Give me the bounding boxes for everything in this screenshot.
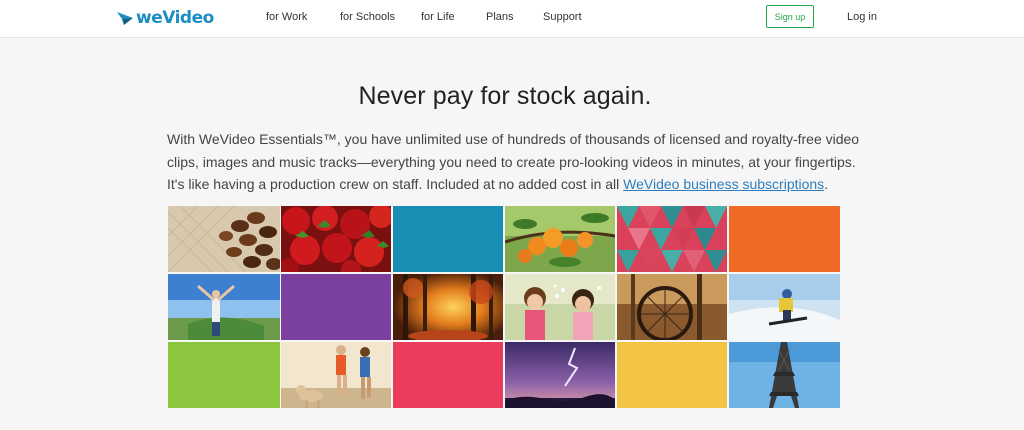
top-navigation-bar: weVideo for Work for Schools for Life Pl…: [0, 0, 1024, 38]
lightning-sky-image: [505, 342, 615, 408]
snowboarder-image: [729, 274, 840, 340]
logo-text: weVideo: [136, 8, 214, 28]
log-in-link[interactable]: Log in: [847, 11, 877, 23]
wevideo-logo[interactable]: weVideo: [117, 7, 214, 29]
nav-for-schools[interactable]: for Schools: [340, 11, 395, 23]
coffee-beans-image: [168, 206, 280, 272]
nav-support[interactable]: Support: [543, 11, 582, 23]
business-subscriptions-link[interactable]: WeVideo business subscriptions: [623, 176, 824, 192]
man-arms-raised-image: [168, 274, 280, 340]
nav-for-life[interactable]: for Life: [421, 11, 455, 23]
page-headline: Never pay for stock again.: [358, 82, 652, 110]
orange-tile: [729, 206, 840, 272]
intro-line-1: With WeVideo Essentials™, you have unlim…: [167, 131, 860, 147]
intro-paragraph: With WeVideo Essentials™, you have unlim…: [167, 128, 860, 196]
runners-with-dog-image: [281, 342, 391, 408]
intro-line-3-text: It's like having a production crew on st…: [167, 176, 624, 192]
sign-up-button[interactable]: Sign up: [766, 5, 814, 28]
green-tile: [168, 342, 280, 408]
purple-tile: [281, 274, 391, 340]
intro-line-3-suffix: .: [824, 176, 829, 192]
girls-blowing-image: [505, 274, 615, 340]
apricots-image: [505, 206, 615, 272]
intro-line-2: clips, images and music tracks—everythin…: [167, 153, 856, 170]
blue-tile: [393, 206, 503, 272]
strawberries-image: [281, 206, 391, 272]
intro-line-3: It's like having a production crew on st…: [167, 173, 857, 196]
bicycle-wheel-image: [617, 274, 727, 340]
autumn-forest-image: [393, 274, 503, 340]
yellow-tile: [617, 342, 727, 408]
eiffel-tower-image: [729, 342, 840, 408]
nav-for-work[interactable]: for Work: [266, 11, 307, 23]
nav-plans[interactable]: Plans: [486, 11, 514, 23]
pink-tile: [393, 342, 503, 408]
wevideo-logo-icon: [117, 12, 133, 25]
stock-media-gallery: [168, 206, 840, 408]
geometric-pattern-image: [617, 206, 727, 272]
